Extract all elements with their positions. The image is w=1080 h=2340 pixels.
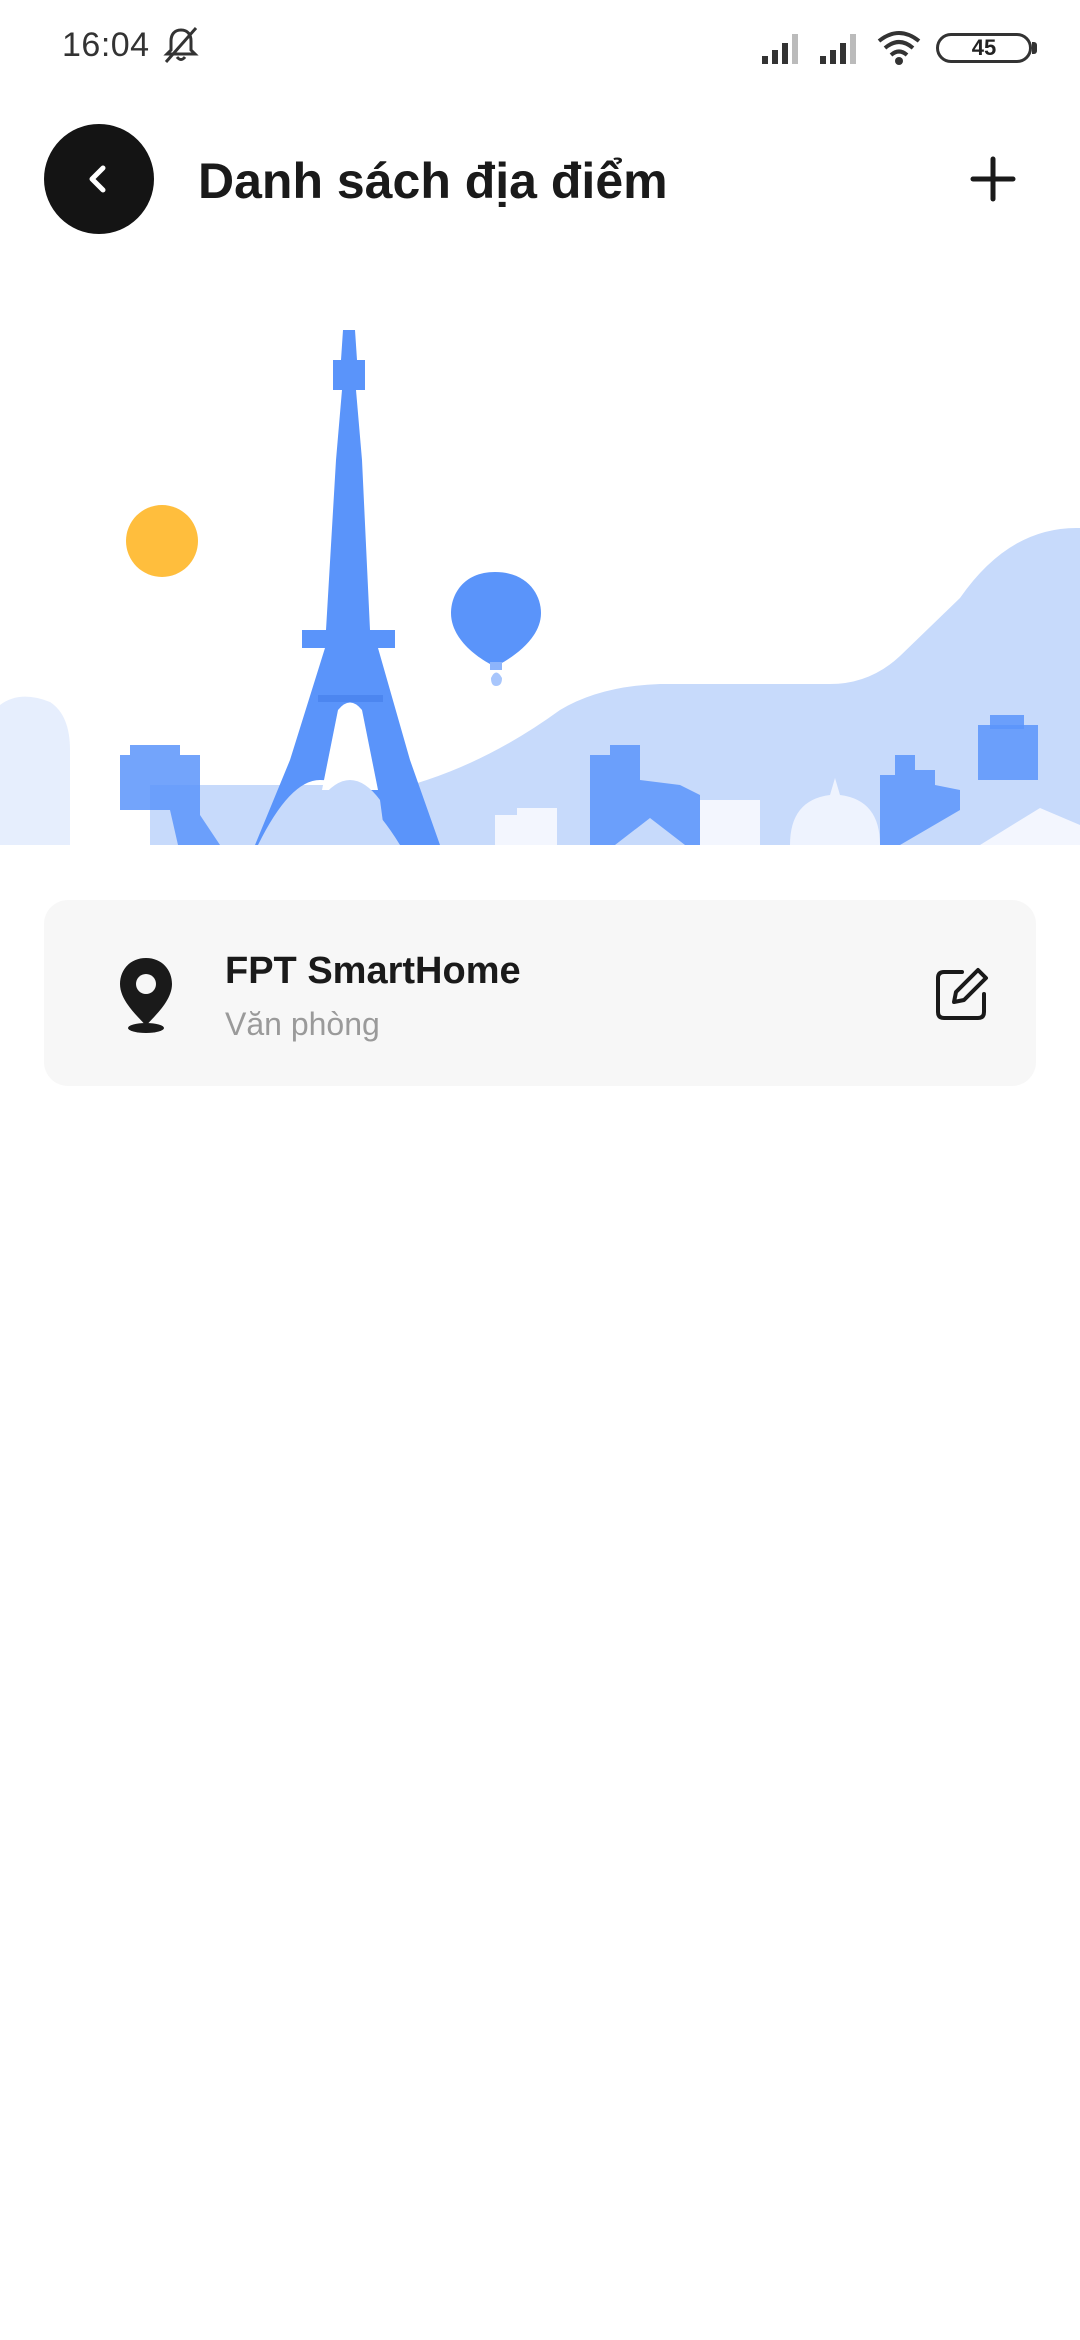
- signal-icon: [820, 34, 856, 64]
- edit-icon[interactable]: [932, 964, 992, 1024]
- battery-icon: 45: [936, 31, 1040, 65]
- location-name: FPT SmartHome: [225, 950, 521, 992]
- wifi-icon: [877, 31, 921, 65]
- status-icons: 45: [760, 26, 1040, 70]
- location-pin-icon: [120, 958, 172, 1033]
- page-title: Danh sách địa điểm: [198, 153, 668, 209]
- back-button[interactable]: [44, 124, 154, 234]
- paris-skyline-illustration: [0, 330, 1080, 845]
- notifications-muted-icon: [163, 27, 199, 63]
- chevron-left-icon: [89, 165, 106, 193]
- add-location-button[interactable]: [956, 142, 1030, 216]
- status-time: 16:04: [62, 26, 150, 64]
- status-bar: 16:04 45: [0, 0, 1080, 96]
- location-card[interactable]: FPT SmartHome Văn phòng: [44, 900, 1036, 1086]
- signal-icon: [762, 34, 798, 64]
- battery-level: 45: [936, 33, 1032, 63]
- plus-icon: [970, 156, 1016, 202]
- banner-illustration: [0, 330, 1080, 845]
- app-header: Danh sách địa điểm: [0, 116, 1080, 246]
- location-type: Văn phòng: [225, 1006, 380, 1042]
